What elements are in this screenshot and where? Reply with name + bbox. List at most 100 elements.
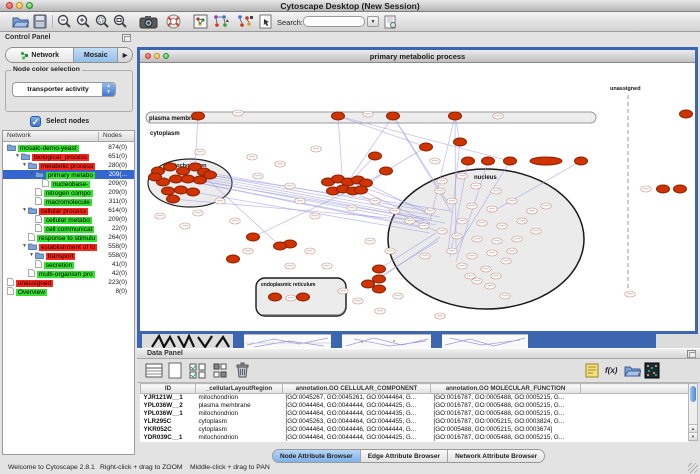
selected-node[interactable]: [454, 138, 467, 146]
selected-node[interactable]: [175, 186, 188, 194]
table-cell[interactable]: [GO:0005488, GO:0005215, GO:0003674]: [431, 426, 581, 434]
tree-row-primary-metabo[interactable]: ▼ primary metabo209(...: [3, 170, 134, 179]
table-cell[interactable]: cytoplasm: [196, 418, 283, 426]
network-frame-icon[interactable]: [193, 14, 208, 29]
selected-node[interactable]: [373, 285, 386, 293]
tree-row-establishment-of-lo[interactable]: ▼ establishment of lo558(0): [3, 242, 134, 251]
tree-row-response-to-stimulu[interactable]: response to stimulu264(0): [3, 233, 134, 242]
table-row[interactable]: YJR121W__1mitochondrion[GO:0045267, GO:0…: [141, 394, 689, 402]
table-cell[interactable]: [GO:0044464, GO:0044446, GO:0044444, G..…: [283, 426, 431, 434]
table-cell[interactable]: plasma membrane: [196, 402, 283, 410]
help-icon[interactable]: [166, 14, 181, 29]
tree-row-cell-communicat[interactable]: cell communicat22(0): [3, 224, 134, 233]
selected-node[interactable]: [192, 112, 205, 120]
tree-row-mosaic-demo-yeast[interactable]: mosaic-demo-yeast874(0): [3, 143, 134, 152]
table-cell[interactable]: [581, 434, 689, 442]
search-input[interactable]: [303, 16, 365, 27]
selected-node[interactable]: [187, 188, 200, 196]
table-row[interactable]: YKR052Ccytoplasm[GO:0044464, GO:0044446,…: [141, 426, 689, 434]
zoom-out-icon[interactable]: [57, 14, 72, 29]
selected-node[interactable]: [164, 163, 177, 171]
selected-node[interactable]: [149, 173, 162, 181]
table-cell[interactable]: [GO:0016787, GO:0005488, GO:0005215, G..…: [431, 434, 581, 442]
tree-row-transport[interactable]: ▼ transport558(0): [3, 251, 134, 260]
zoom-in-icon[interactable]: [76, 14, 91, 29]
selected-node[interactable]: [227, 255, 240, 263]
table-cell[interactable]: YKR052C: [141, 426, 196, 434]
tree-row-overview[interactable]: Overview8(0): [3, 287, 134, 296]
table-row[interactable]: YLR295Ccytoplasm[GO:0045263, GO:0044464,…: [141, 418, 689, 426]
tree-row-secretion[interactable]: secretion41(0): [3, 260, 134, 269]
tree-row-multi-organism-pro[interactable]: multi-organism pro42(0): [3, 269, 134, 278]
table-cell[interactable]: YPL036W__1: [141, 410, 196, 418]
annotation-icon[interactable]: [259, 14, 273, 29]
selected-node[interactable]: [297, 293, 310, 301]
matrix-heatmap-icon[interactable]: [644, 362, 660, 379]
table-cell[interactable]: [GO:0016787, GO:0005488, GO:0005215, G..…: [431, 410, 581, 418]
table-cell[interactable]: YPL036W__2: [141, 402, 196, 410]
selected-node[interactable]: [387, 112, 400, 120]
column-header[interactable]: [581, 384, 689, 394]
selected-node[interactable]: [482, 157, 495, 165]
selected-node[interactable]: [269, 293, 282, 301]
color-attribute-select[interactable]: transporter activity ▲▼: [12, 82, 116, 97]
tree-row-cellular-process[interactable]: ▼ cellular process614(0): [3, 206, 134, 215]
selected-node[interactable]: [355, 186, 368, 194]
tab-network[interactable]: Network: [6, 48, 74, 62]
table-cell[interactable]: [581, 410, 689, 418]
overview-window-fragment[interactable]: [150, 334, 233, 348]
table-row[interactable]: YPL036W__2plasma membrane[GO:0044464, GO…: [141, 402, 689, 410]
scrollbar-thumb[interactable]: [690, 386, 696, 402]
selected-node[interactable]: [462, 157, 475, 165]
table-cell[interactable]: YJR121W__1: [141, 394, 196, 402]
selected-node[interactable]: [170, 175, 183, 183]
table-cell[interactable]: [GO:0016787, GO:0005488, GO:0005215, G..…: [431, 394, 581, 402]
selected-node[interactable]: [182, 175, 195, 183]
table-cell[interactable]: [GO:0044464, GO:0044444, GO:0044425, G..…: [283, 434, 431, 442]
attribute-modify-icon[interactable]: [213, 362, 227, 379]
expand-arrow-icon[interactable]: ▼: [14, 152, 21, 161]
selected-node[interactable]: [332, 112, 345, 120]
selected-node[interactable]: [680, 110, 693, 118]
expand-arrow-icon[interactable]: ▼: [28, 251, 35, 260]
selected-node[interactable]: [362, 280, 375, 288]
column-header[interactable]: _cellularLayoutRegion: [196, 384, 283, 394]
table-cell[interactable]: YDR039C__1: [141, 434, 196, 442]
data-panel-titlebar[interactable]: [137, 348, 700, 359]
scroll-up-icon[interactable]: ▲: [689, 424, 697, 432]
annotation-note-icon[interactable]: [585, 362, 600, 379]
window-titlebar[interactable]: Cytoscape Desktop (New Session): [0, 0, 700, 12]
network-canvas[interactable]: plasma membrane cytoplasm mitochondrion …: [140, 63, 695, 331]
table-cell[interactable]: [GO:0016787, GO:0005215, GO:0003824, G..…: [431, 418, 581, 426]
table-cell[interactable]: [GO:0044464, GO:0044444, GO:0044425, G..…: [283, 402, 431, 410]
selected-node[interactable]: [657, 185, 670, 193]
tree-row-metabolic-process[interactable]: ▼ metabolic process280(0): [3, 161, 134, 170]
selected-node[interactable]: [177, 167, 190, 175]
layout-icon-1[interactable]: [212, 14, 230, 29]
selected-node[interactable]: [167, 195, 180, 203]
attribute-table[interactable]: ID_cellularLayoutRegionannotation.GO CEL…: [140, 383, 689, 442]
tab-network-attribute-browser[interactable]: Network Attribute Browser: [448, 450, 544, 462]
selected-node[interactable]: [380, 167, 393, 175]
tab-overflow-arrow-icon[interactable]: ▶: [118, 48, 132, 62]
table-cell[interactable]: mitochondrion: [196, 410, 283, 418]
network-view-frame[interactable]: primary metabolic process plasma membran…: [137, 47, 698, 334]
save-icon[interactable]: [33, 14, 47, 29]
data-panel-float-icon[interactable]: [687, 350, 696, 358]
selected-node[interactable]: [420, 143, 433, 151]
selected-node[interactable]: [530, 157, 562, 165]
selected-node[interactable]: [373, 275, 386, 283]
tab-edge-attribute-browser[interactable]: Edge Attribute Browser: [361, 450, 448, 462]
selected-node[interactable]: [373, 265, 386, 273]
import-attributes-folder-icon[interactable]: [624, 362, 641, 379]
selected-node[interactable]: [504, 157, 517, 165]
attribute-browser-icon[interactable]: [384, 14, 397, 29]
table-cell[interactable]: YLR295C: [141, 418, 196, 426]
tree-row-nucleobase-[interactable]: nucleobase-209(0): [3, 179, 134, 188]
expand-arrow-icon[interactable]: ▼: [21, 206, 28, 215]
background-window-fragment[interactable]: [442, 334, 528, 348]
table-cell[interactable]: [581, 418, 689, 426]
expand-arrow-icon[interactable]: ▼: [21, 242, 28, 251]
selected-node[interactable]: [247, 233, 260, 241]
tab-mosaic[interactable]: Mosaic: [74, 48, 118, 62]
